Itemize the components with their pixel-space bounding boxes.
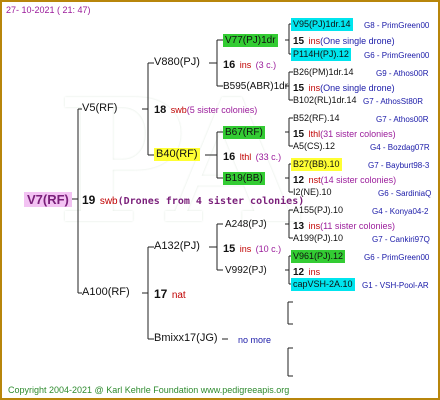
g4-a248-description: (11 sister colonies) [320,221,395,231]
g4-v77-mating-line: 15 ins(One single drone) [293,33,395,48]
g2-queen-bmixx17[interactable]: Bmixx17(JG) [154,332,218,345]
g4-b52-location: G7 - Athos00R [376,115,429,124]
root-queen[interactable]: V7(RF) [24,192,72,207]
g2-v5-mating-line: 18 swb(5 sister colonies) [154,102,257,117]
g3-queen-a248[interactable]: A248(PJ) [225,218,267,231]
g3-queen-b595[interactable]: B595(ABR)1dr [223,80,288,93]
g4-v992-mating-line: 12 ins [293,264,320,279]
g4-queen-v95[interactable]: V95(PJ)1dr.14 [291,18,353,31]
g3-b40-insemination: lthl [239,152,252,162]
g3-v880-insemination: ins [239,60,252,70]
g4-b67-description: (31 sister colonies) [320,129,396,139]
g4-b19-description: (14 sister colonies) [320,175,397,185]
g3-queen-v992[interactable]: V992(PJ) [225,264,267,277]
g4-b595-insemination: ins [308,83,321,93]
root-drone-description: (Drones from 4 sister colonies) [117,196,305,207]
g4-queen-a5[interactable]: A5(CS).12 [291,140,337,153]
g2-v5-insemination: swb [170,105,187,115]
g4-v77-insemination: ins [308,36,321,46]
root-insemination: swb [99,196,118,207]
g3-queen-v77[interactable]: V77(PJ)1dr [223,34,278,47]
g2-a132-insemination: ins [239,244,252,254]
root-generation: 19 [82,193,96,207]
g4-queen-i2[interactable]: I2(NE).10 [291,186,334,199]
g4-capvsh-location: G1 - VSH-Pool-AR [362,281,429,290]
g2-a132-mating-line: 15 ins (10 c.) [223,241,281,256]
g4-i2-location: G6 - SardiniaQ [378,189,432,198]
g4-b102-location: G7 - AthosSt80R [363,97,424,106]
g3-queen-b19[interactable]: B19(BB) [223,172,265,185]
g2-a132-generation: 15 [223,243,236,255]
g4-b27-location: G7 - Bayburt98-3 [368,161,430,170]
g4-a199-location: G7 - Cankiri97Q [372,235,430,244]
g4-b67-insemination: lthl [308,129,321,139]
g3-v880-mating-line: 16 ins (3 c.) [223,57,276,72]
sire-queen[interactable]: V5(RF) [82,102,117,115]
dam-generation: 17 [154,287,168,301]
g4-queen-v961[interactable]: V961(PJ).12 [291,250,346,263]
g4-b67-mating-line: 15 lthl(31 sister colonies) [293,126,396,141]
g2-queen-a132[interactable]: A132(PJ) [154,240,200,253]
g4-v95-location: G8 - PrimGreen00 [364,21,430,30]
report-date: 27- 10-2021 ( 21: 47) [6,5,91,15]
g4-queen-b102[interactable]: B102(RL)1dr.14 [291,94,359,107]
g4-a155-location: G4 - Konya04-2 [372,207,429,216]
copyright-footer: Copyright 2004-2021 @ Karl Kehrle Founda… [8,385,290,395]
dam-generation-line: 17 nat [154,287,186,302]
g4-b595-generation: 15 [293,83,305,94]
g4-b19-insemination: nst [308,175,321,185]
g3-queen-b67[interactable]: B67(RF) [223,126,265,139]
g4-b26-location: G9 - Athos00R [376,69,429,78]
g4-b67-generation: 15 [293,129,305,140]
g4-v961-location: G6 - PrimGreen00 [364,253,430,262]
g4-queen-capvsh[interactable]: capVSH-2A.10 [291,278,355,291]
g3-b40-generation: 16 [223,151,236,163]
g4-v77-description: (One single drone) [320,36,395,46]
g3-b40-mating-line: 16 lthl (33 c.) [223,149,281,164]
g2-queen-v880[interactable]: V880(PJ) [154,56,200,69]
g2-queen-b40[interactable]: B40(RF) [154,148,200,161]
g2-v5-description: (5 sister colonies) [186,105,258,115]
g4-b19-generation: 12 [293,175,305,186]
dam-queen[interactable]: A100(RF) [82,286,130,299]
g3-v880-description: (3 c.) [255,60,277,70]
g4-queen-b27[interactable]: B27(BB).10 [291,158,342,171]
g2-v5-generation: 18 [154,104,167,116]
g4-v77-generation: 15 [293,36,305,47]
g4-queen-b52[interactable]: B52(RF).14 [291,112,342,125]
g4-a248-mating-line: 13 ins(11 sister colonies) [293,218,395,233]
g4-a248-generation: 13 [293,221,305,232]
g4-p114h-location: G6 - PrimGreen00 [364,51,430,60]
g4-v992-generation: 12 [293,267,305,278]
pedigree-frame: PA 27- 10-2021 (21: 47) Copyright 2004-… [0,0,440,400]
g4-queen-p114h[interactable]: P114H(PJ).12 [291,48,351,61]
g4-queen-b26[interactable]: B26(PM)1dr.14 [291,66,356,79]
g4-a5-location: G4 - Bozdag07R [370,143,430,152]
no-more-label: no more [238,335,272,345]
g4-a248-insemination: ins [308,221,321,231]
dam-insemination: nat [171,290,186,301]
g4-v992-insemination: ins [308,267,321,277]
g4-queen-a155[interactable]: A155(PJ).10 [291,204,345,217]
root-generation-line: 19 swb(Drones from 4 sister colonies) [82,193,304,208]
g2-a132-description: (10 c.) [255,244,282,254]
g3-v880-generation: 16 [223,59,236,71]
g4-queen-a199[interactable]: A199(PJ).10 [291,232,345,245]
g4-b595-description: (One single drone) [320,83,395,93]
g4-b595-mating-line: 15 ins(One single drone) [293,80,395,95]
g4-b19-mating-line: 12 nst(14 sister colonies) [293,172,396,187]
g3-b40-description: (33 c.) [255,152,282,162]
